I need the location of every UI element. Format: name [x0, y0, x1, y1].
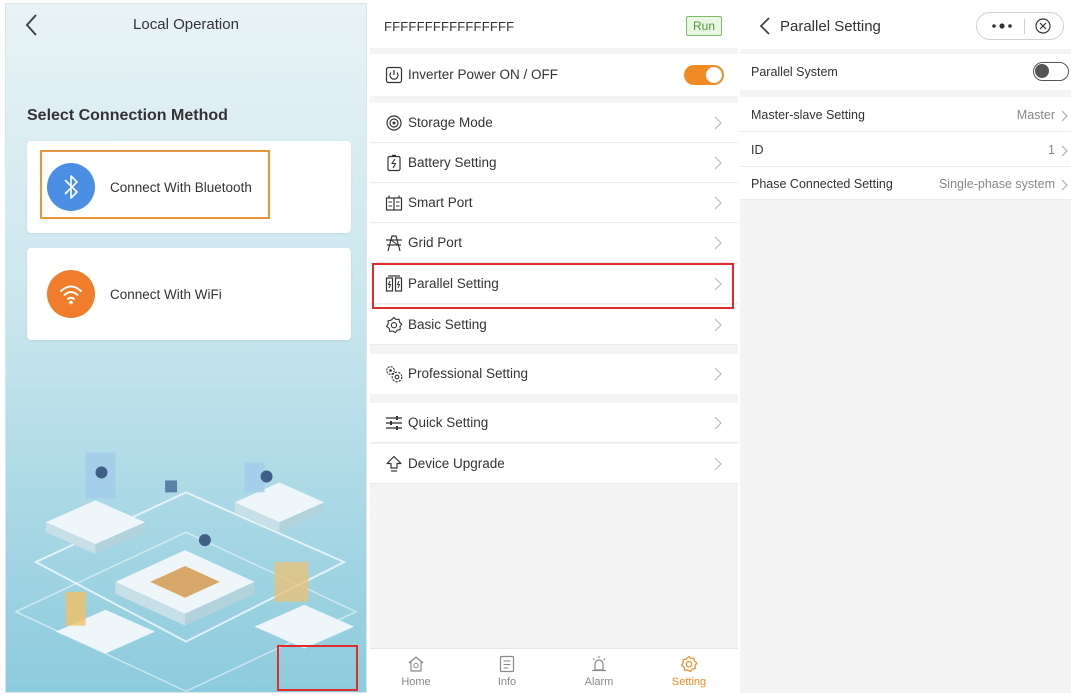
- menu-item-label: Storage Mode: [408, 115, 493, 130]
- menu-item-label: Basic Setting: [408, 317, 487, 332]
- section-title: Select Connection Method: [27, 107, 228, 124]
- chevron-right-icon: [714, 367, 722, 381]
- tab-setting[interactable]: Setting: [654, 649, 724, 693]
- row-label: Parallel System: [751, 65, 838, 79]
- local-operation-screen: Local Operation Select Connection Method…: [5, 3, 367, 693]
- power-icon: [385, 66, 403, 84]
- wifi-icon: [47, 270, 95, 318]
- tab-label: Home: [401, 676, 431, 688]
- menu-item-battery-setting[interactable]: Battery Setting: [370, 143, 738, 183]
- alarm-icon: [592, 656, 606, 672]
- id-row[interactable]: ID 1: [740, 132, 1071, 167]
- info-icon: [499, 655, 515, 673]
- tab-bar: Home Info Alarm Setting: [370, 648, 738, 693]
- device-serial: FFFFFFFFFFFFFFFF: [384, 19, 515, 34]
- page-title: Parallel Setting: [780, 18, 881, 35]
- row-label: Master-slave Setting: [751, 108, 865, 122]
- tab-label: Alarm: [584, 676, 614, 688]
- menu-item-label: Device Upgrade: [408, 456, 505, 471]
- menu-item-device-upgrade[interactable]: Device Upgrade: [370, 444, 738, 484]
- close-icon[interactable]: [1034, 17, 1052, 35]
- chevron-right-icon: [714, 318, 722, 332]
- page-title: Local Operation: [133, 16, 239, 33]
- gear-icon: [386, 316, 403, 334]
- menu-item-label: Battery Setting: [408, 155, 497, 170]
- back-arrow-icon[interactable]: [758, 15, 772, 37]
- row-label: Phase Connected Setting: [751, 177, 893, 191]
- inverter-power-row: Inverter Power ON / OFF: [370, 54, 738, 96]
- settings-screen: FFFFFFFFFFFFFFFF Run Inverter Power ON /…: [370, 3, 738, 693]
- tab-home[interactable]: Home: [381, 649, 451, 693]
- menu-item-quick-setting[interactable]: Quick Setting: [370, 403, 738, 443]
- parallel-system-toggle[interactable]: [1033, 62, 1069, 81]
- parallel-system-row: Parallel System: [740, 54, 1071, 90]
- storage-mode-icon: [386, 115, 402, 131]
- chevron-right-icon: [1061, 145, 1068, 157]
- menu-item-label: Quick Setting: [408, 415, 489, 430]
- parallel-icon: [385, 275, 403, 292]
- menu-item-label: Parallel Setting: [408, 276, 499, 291]
- tab-label: Info: [497, 676, 517, 688]
- smart-port-icon: [385, 195, 403, 211]
- bluetooth-label: Connect With Bluetooth: [110, 180, 252, 195]
- menu-item-smart-port[interactable]: Smart Port: [370, 183, 738, 223]
- chevron-right-icon: [714, 457, 722, 471]
- tab-label: Setting: [671, 676, 707, 688]
- inverter-power-label: Inverter Power ON / OFF: [408, 67, 559, 82]
- tab-alarm[interactable]: Alarm: [564, 649, 634, 693]
- grid-port-icon: [386, 235, 402, 252]
- parallel-setting-screen: Parallel Setting Parallel System Master-…: [740, 3, 1071, 693]
- menu-item-storage-mode[interactable]: Storage Mode: [370, 103, 738, 143]
- menu-item-label: Smart Port: [408, 195, 473, 210]
- row-value: Master: [1016, 108, 1055, 122]
- menu-item-label: Professional Setting: [408, 366, 529, 381]
- chevron-right-icon: [714, 277, 722, 291]
- chevron-right-icon: [714, 156, 722, 170]
- chevron-right-icon: [1061, 179, 1068, 191]
- isometric-illustration: [14, 452, 358, 692]
- gear-icon: [681, 655, 698, 673]
- miniprogram-capsule: [976, 12, 1064, 40]
- bluetooth-icon: [47, 163, 95, 211]
- chevron-right-icon: [714, 236, 722, 250]
- row-value: Single-phase system: [938, 177, 1055, 191]
- chevron-right-icon: [714, 196, 722, 210]
- phase-connected-row[interactable]: Phase Connected Setting Single-phase sys…: [740, 167, 1071, 200]
- tab-info[interactable]: Info: [472, 649, 542, 693]
- header: Parallel Setting: [740, 3, 1071, 49]
- status-badge: Run: [685, 16, 722, 36]
- row-value: 1: [1048, 143, 1055, 157]
- upgrade-icon: [386, 455, 402, 472]
- home-icon: [408, 656, 424, 672]
- inverter-power-toggle[interactable]: [684, 65, 724, 85]
- header: Local Operation: [6, 4, 366, 48]
- battery-icon: [387, 154, 401, 172]
- menu-item-parallel-setting[interactable]: Parallel Setting: [370, 264, 738, 304]
- connect-bluetooth-card[interactable]: Connect With Bluetooth: [27, 141, 351, 233]
- chevron-right-icon: [1061, 110, 1068, 122]
- menu-item-grid-port[interactable]: Grid Port: [370, 223, 738, 263]
- device-header: FFFFFFFFFFFFFFFF Run: [370, 3, 738, 48]
- menu-item-professional-setting[interactable]: Professional Setting: [370, 354, 738, 394]
- wifi-label: Connect With WiFi: [110, 287, 222, 302]
- chevron-right-icon: [714, 416, 722, 430]
- menu-item-basic-setting[interactable]: Basic Setting: [370, 305, 738, 345]
- more-icon[interactable]: [989, 18, 1015, 34]
- connect-wifi-card[interactable]: Connect With WiFi: [27, 248, 351, 340]
- row-label: ID: [751, 143, 764, 157]
- master-slave-row[interactable]: Master-slave Setting Master: [740, 97, 1071, 132]
- sliders-icon: [386, 416, 402, 430]
- gears-icon: [386, 366, 403, 383]
- chevron-right-icon: [714, 116, 722, 130]
- menu-item-label: Grid Port: [408, 235, 463, 250]
